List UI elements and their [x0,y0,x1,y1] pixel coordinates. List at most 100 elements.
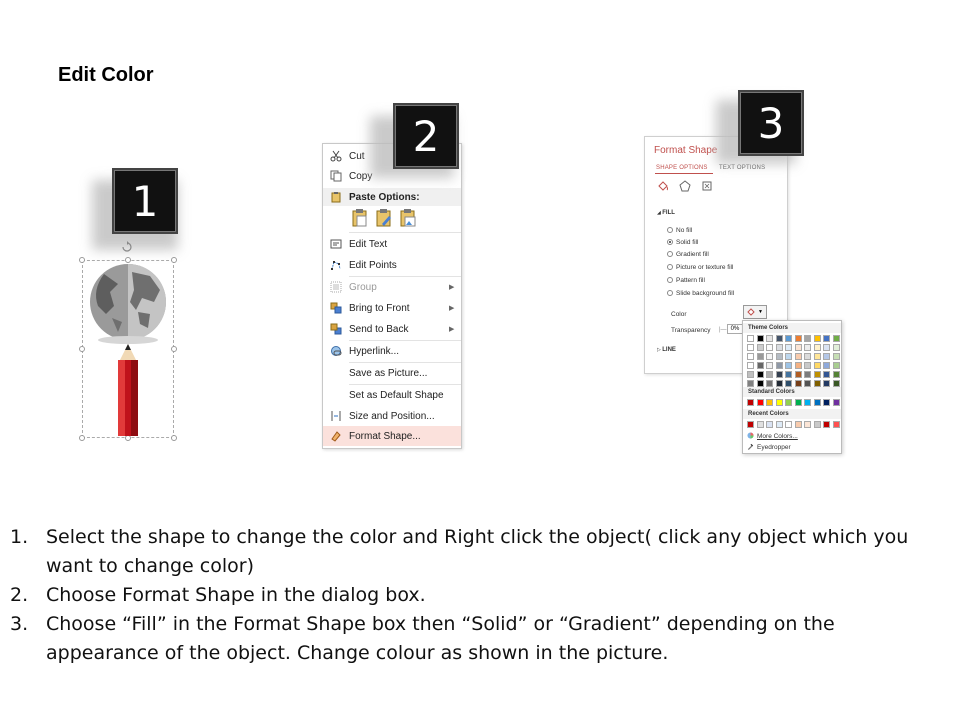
menu-item-hyperlink[interactable]: Hyperlink... [323,341,461,361]
eyedropper-link[interactable]: Eyedropper [747,443,791,452]
color-swatch[interactable] [775,380,783,387]
color-swatch[interactable] [832,353,840,360]
color-swatch[interactable] [756,344,764,351]
color-swatch[interactable] [785,344,792,351]
radio-button[interactable] [667,264,673,270]
color-swatch[interactable] [804,362,811,369]
paste-destination-theme-icon[interactable] [375,208,393,228]
color-swatch[interactable] [747,344,754,351]
color-swatch[interactable] [785,421,792,428]
color-swatch[interactable] [747,371,754,378]
size-properties-icon[interactable] [701,180,713,194]
color-swatch[interactable] [775,335,783,342]
color-swatch[interactable] [823,344,830,351]
color-swatch[interactable] [794,399,802,406]
color-swatch[interactable] [823,335,830,342]
color-swatch[interactable] [747,380,754,387]
color-swatch[interactable] [756,399,764,406]
radio-button[interactable] [667,277,673,283]
menu-item-edit-points[interactable]: Edit Points [323,255,461,275]
color-swatch[interactable] [775,362,783,369]
color-swatch[interactable] [766,371,773,378]
menu-item-send-to-back[interactable]: Send to Back ▶ [323,319,461,339]
color-swatch[interactable] [794,335,802,342]
color-swatch[interactable] [756,421,764,428]
color-swatch[interactable] [747,399,754,406]
color-swatch[interactable] [756,380,764,387]
color-swatch[interactable] [775,421,783,428]
tab-text-options[interactable]: TEXT OPTIONS [719,165,765,171]
color-swatch[interactable] [804,344,811,351]
color-swatch[interactable] [766,353,773,360]
color-swatch[interactable] [813,380,821,387]
color-swatch[interactable] [832,335,840,342]
color-swatch[interactable] [775,371,783,378]
rotate-handle-icon[interactable] [121,240,133,258]
fill-section-header[interactable]: ◢ FILL [657,210,675,216]
menu-item-size-position[interactable]: Size and Position... [323,406,461,426]
transparency-slider-icon[interactable]: |— [719,327,727,333]
color-swatch[interactable] [813,353,821,360]
color-swatch[interactable] [832,380,840,387]
color-swatch[interactable] [766,380,773,387]
color-swatch[interactable] [794,353,802,360]
color-swatch[interactable] [756,353,764,360]
color-swatch[interactable] [832,344,840,351]
color-swatch[interactable] [785,362,792,369]
color-swatch[interactable] [823,421,830,428]
color-swatch[interactable] [756,335,764,342]
color-swatch[interactable] [804,353,811,360]
transparency-input[interactable]: 0% [727,324,743,334]
color-swatch[interactable] [766,421,773,428]
color-swatch[interactable] [747,362,754,369]
color-swatch[interactable] [794,371,802,378]
color-swatch[interactable] [756,362,764,369]
color-swatch[interactable] [832,371,840,378]
color-swatch[interactable] [804,399,811,406]
color-swatch[interactable] [804,421,811,428]
radio-solid-fill[interactable]: Solid fill [667,237,698,247]
color-swatch[interactable] [804,371,811,378]
radio-picture-fill[interactable]: Picture or texture fill [667,262,733,272]
radio-no-fill[interactable]: No fill [667,225,692,235]
menu-item-set-default-shape[interactable]: Set as Default Shape [323,385,461,405]
color-swatch[interactable] [823,399,830,406]
color-swatch[interactable] [766,362,773,369]
color-swatch[interactable] [747,335,754,342]
color-swatch[interactable] [832,399,840,406]
color-swatch[interactable] [804,335,811,342]
color-swatch[interactable] [813,399,821,406]
menu-item-save-as-picture[interactable]: Save as Picture... [323,363,461,383]
color-swatch[interactable] [785,335,792,342]
color-swatch[interactable] [823,362,830,369]
menu-item-edit-text[interactable]: Edit Text [323,234,461,254]
color-swatch[interactable] [785,371,792,378]
tab-shape-options[interactable]: SHAPE OPTIONS [656,165,708,171]
paste-picture-icon[interactable] [399,208,417,228]
radio-button[interactable] [667,290,673,296]
color-swatch[interactable] [766,335,773,342]
effects-pentagon-icon[interactable] [679,180,691,194]
radio-button-selected[interactable] [667,239,673,245]
color-swatch[interactable] [832,362,840,369]
globe-pencil-graphic[interactable] [84,262,172,438]
color-swatch[interactable] [785,353,792,360]
fill-line-icon[interactable] [657,180,669,194]
color-swatch[interactable] [823,371,830,378]
radio-pattern-fill[interactable]: Pattern fill [667,275,705,285]
color-swatch[interactable] [747,353,754,360]
color-swatch[interactable] [794,421,802,428]
radio-slide-background-fill[interactable]: Slide background fill [667,288,734,298]
color-swatch[interactable] [756,371,764,378]
fill-color-button[interactable]: ▼ [743,305,767,319]
menu-item-bring-to-front[interactable]: Bring to Front ▶ [323,298,461,318]
color-swatch[interactable] [794,344,802,351]
radio-button[interactable] [667,251,673,257]
menu-item-format-shape[interactable]: Format Shape... [323,426,461,446]
color-swatch[interactable] [766,399,773,406]
color-swatch[interactable] [747,421,754,428]
color-swatch[interactable] [813,362,821,369]
color-swatch[interactable] [832,421,840,428]
radio-button[interactable] [667,227,673,233]
color-swatch[interactable] [823,353,830,360]
